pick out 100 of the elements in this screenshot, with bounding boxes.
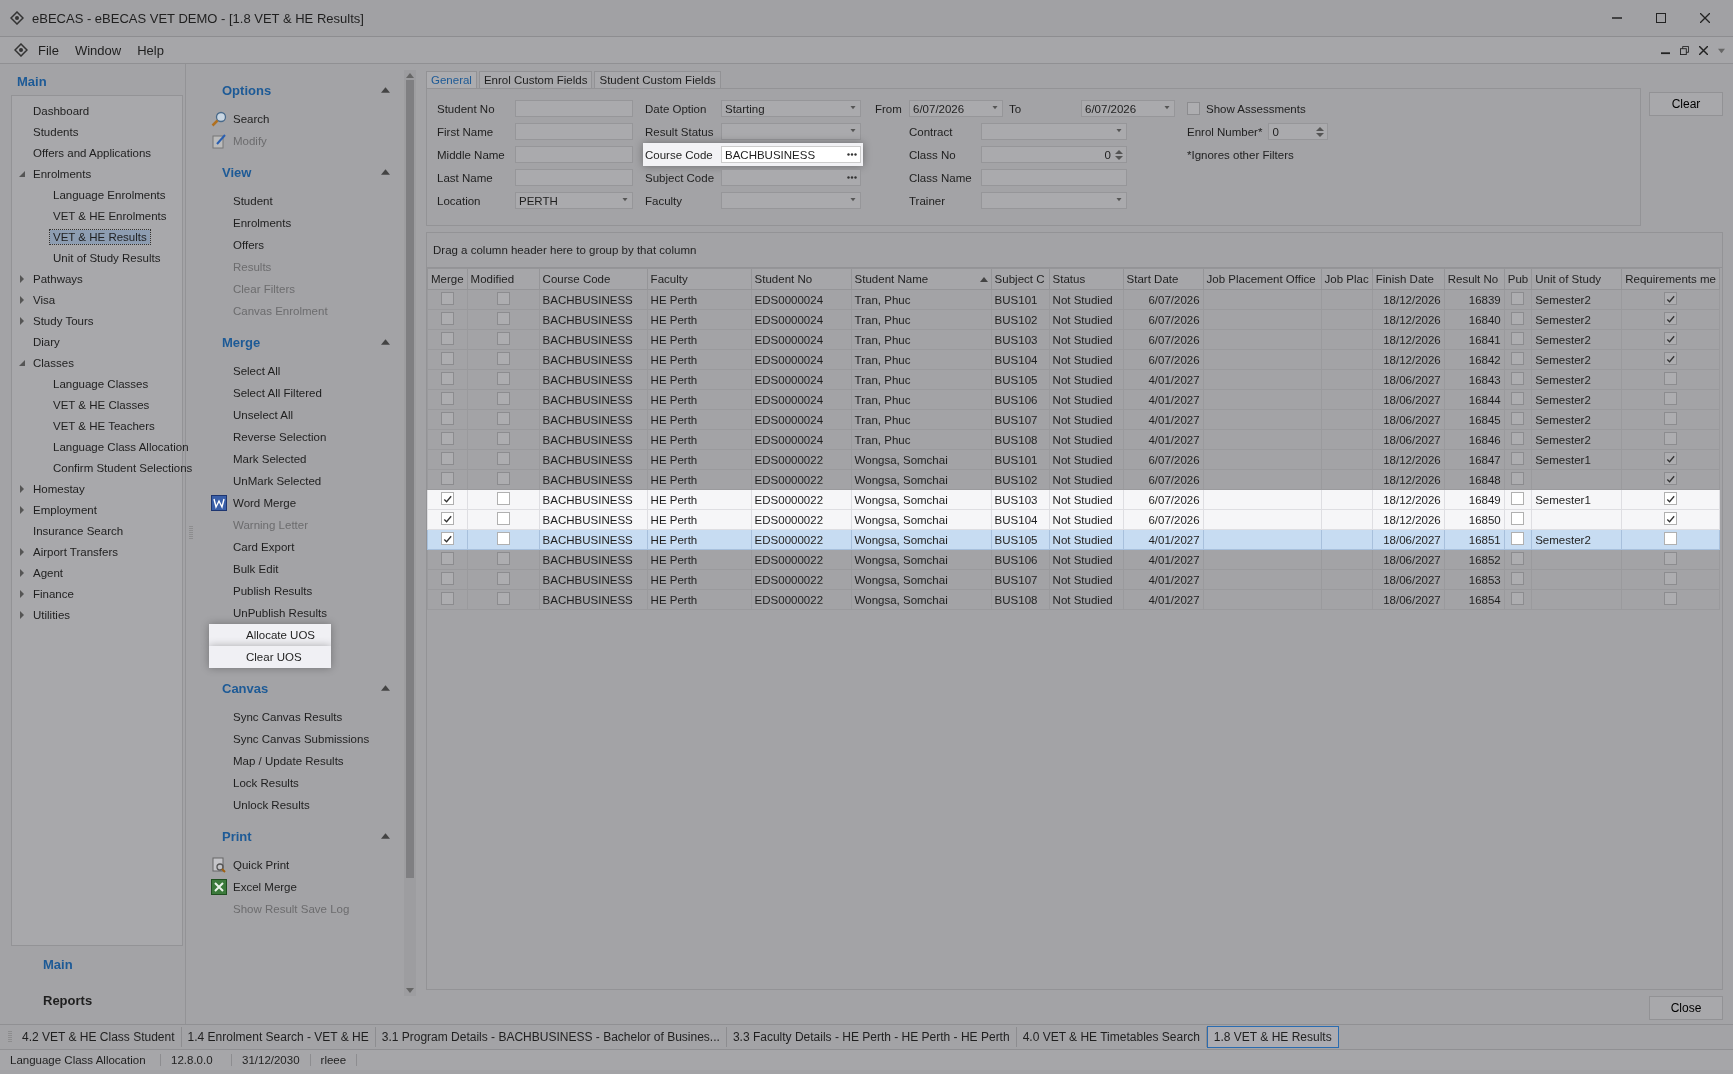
checkbox[interactable]: [1511, 372, 1525, 385]
checkbox[interactable]: [1664, 552, 1678, 565]
column-header[interactable]: Status: [1049, 268, 1124, 290]
checkbox[interactable]: [1664, 472, 1678, 486]
tree-item[interactable]: Agent: [30, 565, 67, 580]
tree-item[interactable]: Confirm Student Selections: [50, 460, 196, 475]
column-header[interactable]: Job Placement Office: [1203, 268, 1322, 290]
checkbox[interactable]: [440, 472, 454, 485]
action-link[interactable]: Excel Merge: [233, 881, 297, 893]
menu-item[interactable]: File: [32, 40, 65, 60]
action-link[interactable]: Sync Canvas Submissions: [233, 733, 370, 745]
checkbox[interactable]: [1664, 332, 1678, 346]
checkbox[interactable]: [1664, 372, 1678, 385]
close-button[interactable]: Close: [1649, 996, 1723, 1020]
checkbox[interactable]: [440, 312, 454, 325]
document-tab[interactable]: 3.1 Program Details - BACHBUSINESS - Bachelor of Busines...: [375, 1027, 727, 1047]
document-tab[interactable]: 4.2 VET & HE Class Student: [16, 1027, 182, 1047]
tree-item[interactable]: Language Class Allocation: [50, 439, 192, 454]
tree-item[interactable]: Pathways: [30, 271, 86, 286]
tree-item[interactable]: Airport Transfers: [30, 544, 121, 559]
menu-item[interactable]: Help: [131, 40, 170, 60]
lookup-field[interactable]: BACHBUSINESS: [721, 146, 861, 163]
checkbox[interactable]: [440, 372, 454, 385]
tree-item[interactable]: Employment: [30, 502, 100, 517]
number-field[interactable]: 0: [1268, 123, 1329, 140]
checkbox[interactable]: [440, 592, 454, 605]
column-header[interactable]: Finish Date: [1372, 268, 1445, 290]
action-link[interactable]: Select All Filtered: [233, 387, 322, 399]
column-header[interactable]: Student Name: [851, 268, 992, 290]
caret-icon[interactable]: [18, 169, 26, 178]
checkbox[interactable]: [496, 392, 510, 405]
dropdown-field[interactable]: Starting: [721, 100, 861, 117]
checkbox[interactable]: [1511, 392, 1525, 405]
more-icon[interactable]: [847, 153, 857, 156]
document-tab[interactable]: 3.3 Faculty Details - HE Perth - HE Perth - HE Perth: [726, 1027, 1017, 1047]
action-link[interactable]: Lock Results: [233, 777, 299, 789]
restore-icon[interactable]: [1680, 45, 1689, 55]
checkbox[interactable]: [496, 292, 510, 305]
dropdown-field[interactable]: PERTH: [515, 192, 633, 209]
column-header[interactable]: Faculty: [647, 268, 752, 290]
tree-item[interactable]: Offers and Applications: [30, 145, 155, 160]
checkbox[interactable]: [496, 552, 510, 565]
checkbox[interactable]: [496, 572, 510, 585]
checkbox[interactable]: [440, 452, 454, 465]
spin-arrows-icon[interactable]: [1316, 125, 1325, 138]
tree-item[interactable]: Language Enrolments: [50, 187, 169, 202]
checkbox[interactable]: [496, 332, 510, 345]
checkbox[interactable]: [496, 452, 510, 465]
column-header[interactable]: Merge: [427, 268, 468, 290]
action-link[interactable]: UnMark Selected: [233, 475, 322, 487]
action-link[interactable]: Unlock Results: [233, 799, 310, 811]
checkbox[interactable]: [1187, 102, 1200, 115]
checkbox[interactable]: [1511, 572, 1525, 585]
checkbox[interactable]: [496, 372, 510, 385]
tab[interactable]: Student Custom Fields: [594, 71, 721, 88]
action-link[interactable]: UnPublish Results: [233, 607, 327, 619]
checkbox[interactable]: [440, 412, 454, 425]
collapse-arrow-icon[interactable]: [381, 339, 390, 345]
caret-icon[interactable]: [18, 316, 26, 325]
checkbox[interactable]: [1664, 352, 1678, 366]
checkbox[interactable]: [1511, 552, 1525, 565]
checkbox[interactable]: [496, 312, 510, 325]
document-tab[interactable]: 1.8 VET & HE Results: [1206, 1026, 1339, 1048]
caret-icon[interactable]: [18, 295, 26, 304]
document-tab[interactable]: 4.0 VET & HE Timetables Search: [1016, 1027, 1207, 1047]
tree-item[interactable]: Enrolments: [30, 166, 95, 181]
tree-item[interactable]: Unit of Study Results: [50, 250, 164, 265]
caret-icon[interactable]: [18, 505, 26, 514]
dropdown-field[interactable]: [981, 192, 1127, 209]
action-link[interactable]: Enrolments: [233, 217, 292, 229]
tree-item[interactable]: VET & HE Classes: [50, 397, 153, 412]
column-header[interactable]: Requirements me: [1621, 268, 1720, 290]
collapse-arrow-icon[interactable]: [381, 833, 390, 839]
action-link[interactable]: Bulk Edit: [233, 563, 279, 575]
collapse-arrow-icon[interactable]: [381, 87, 390, 93]
action-link[interactable]: Mark Selected: [233, 453, 307, 465]
checkbox[interactable]: [440, 432, 454, 445]
menu-item[interactable]: Window: [68, 40, 128, 60]
checkbox[interactable]: [496, 432, 510, 445]
tree-item[interactable]: Homestay: [30, 481, 88, 496]
checkbox[interactable]: [440, 292, 454, 305]
action-link[interactable]: Student: [233, 195, 273, 207]
tree-item[interactable]: Diary: [30, 334, 63, 349]
checkbox[interactable]: [1511, 452, 1525, 465]
checkbox[interactable]: [496, 472, 510, 485]
checkbox[interactable]: [1511, 332, 1525, 345]
pane-button[interactable]: Reports: [9, 988, 185, 1012]
checkbox[interactable]: [1511, 292, 1525, 305]
checkbox[interactable]: [1511, 472, 1525, 485]
checkbox[interactable]: [1511, 312, 1525, 325]
date-field[interactable]: 6/07/2026: [1081, 100, 1175, 117]
tree-item[interactable]: Utilities: [30, 607, 74, 622]
caret-icon[interactable]: [18, 484, 26, 493]
tree-item[interactable]: Finance: [30, 586, 77, 601]
column-header[interactable]: Subject C: [991, 268, 1050, 290]
tree-item[interactable]: Dashboard: [30, 103, 93, 118]
document-tab[interactable]: 1.4 Enrolment Search - VET & HE: [181, 1027, 376, 1047]
checkbox[interactable]: [440, 392, 454, 405]
scrollbar[interactable]: [404, 70, 416, 996]
clear-button[interactable]: Clear: [1649, 92, 1723, 116]
